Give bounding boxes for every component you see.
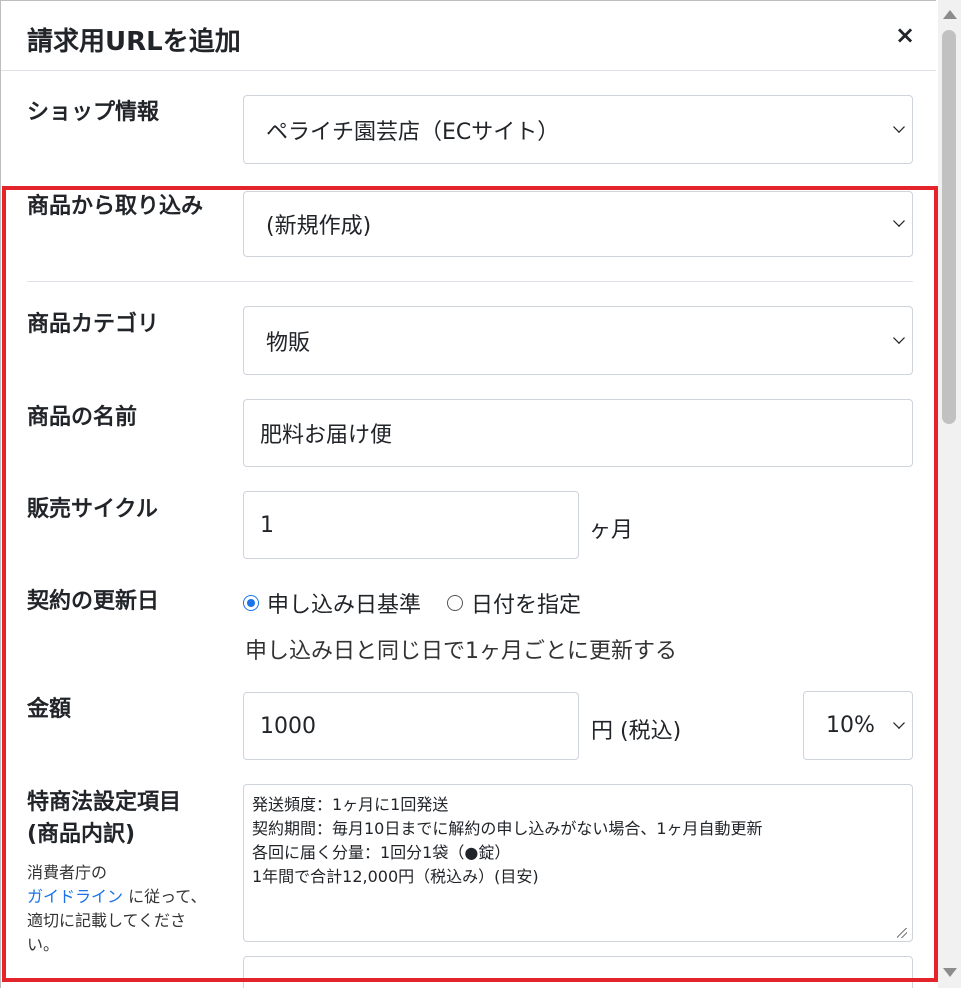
product-name-input[interactable]: 肥料お届け便 xyxy=(243,399,913,467)
price-label: 金額 xyxy=(27,697,72,722)
chevron-down-icon xyxy=(893,215,905,227)
radio-checked-icon[interactable] xyxy=(243,595,259,611)
legal-label: 特商法設定項目 (商品内訳) xyxy=(27,787,181,851)
dialog-header: 請求用URLを追加 × xyxy=(1,1,936,71)
price-input[interactable]: 1000 xyxy=(243,692,579,760)
shop-select-value: ペライチ園芸店（ECサイト） xyxy=(266,119,560,145)
chevron-down-icon xyxy=(893,331,905,344)
renewal-label: 契約の更新日 xyxy=(27,589,160,614)
shop-label: ショップ情報 xyxy=(27,100,160,125)
scroll-up-icon[interactable] xyxy=(943,10,957,19)
legal-label-line2: (商品内訳) xyxy=(27,822,136,847)
import-select[interactable]: (新規作成) xyxy=(243,191,913,257)
price-value: 1000 xyxy=(260,713,316,739)
category-select[interactable]: 物販 xyxy=(243,306,913,375)
scroll-down-icon[interactable] xyxy=(943,968,957,977)
sales-cycle-input[interactable]: 1 xyxy=(243,491,579,559)
renewal-help-text: 申し込み日と同じ日で1ヶ月ごとに更新する xyxy=(245,639,677,664)
import-label: 商品から取り込み xyxy=(27,194,204,219)
sales-cycle-unit: ヶ月 xyxy=(589,518,634,543)
renewal-radio-group: 申し込み日基準 日付を指定 xyxy=(243,587,607,619)
close-icon[interactable]: × xyxy=(891,21,919,49)
legal-details-textarea[interactable]: 発送頻度：1ヶ月に1回発送 契約期間：毎月10日までに解約の申し込みがない場合、… xyxy=(243,784,913,942)
product-name-value: 肥料お届け便 xyxy=(260,423,393,448)
category-label: 商品カテゴリ xyxy=(27,312,160,337)
radio-option-label: 日付を指定 xyxy=(471,593,582,618)
guideline-note: 消費者庁の ガイドライン に従って、適切に記載してください。 xyxy=(27,861,217,957)
dialog-title: 請求用URLを追加 xyxy=(27,27,241,57)
product-name-label: 商品の名前 xyxy=(27,405,138,430)
shop-select[interactable]: ペライチ園芸店（ECサイト） xyxy=(243,95,913,164)
category-select-value: 物販 xyxy=(266,330,311,356)
radio-option-specify-date[interactable]: 日付を指定 xyxy=(447,587,581,619)
tax-rate-value: 10% xyxy=(826,713,875,738)
chevron-down-icon xyxy=(893,120,905,133)
sales-cycle-label: 販売サイクル xyxy=(27,497,158,522)
import-select-value: (新規作成) xyxy=(266,214,372,239)
tax-rate-select[interactable]: 10% xyxy=(803,691,913,760)
scrollbar-thumb[interactable] xyxy=(942,30,956,424)
radio-option-label: 申し込み日基準 xyxy=(267,593,422,618)
radio-option-application-date[interactable]: 申し込み日基準 xyxy=(243,587,421,619)
scrollbar[interactable] xyxy=(938,0,961,988)
resize-grip-icon[interactable] xyxy=(897,928,907,938)
section-divider xyxy=(27,281,913,282)
next-field-input[interactable] xyxy=(243,956,913,988)
chevron-down-icon xyxy=(893,716,905,729)
radio-unchecked-icon[interactable] xyxy=(447,595,464,611)
sales-cycle-value: 1 xyxy=(260,512,274,538)
guideline-link[interactable]: ガイドライン xyxy=(27,887,123,906)
add-billing-url-dialog: 請求用URLを追加 × ショップ情報 ペライチ園芸店（ECサイト） 商品から取り… xyxy=(0,0,936,988)
price-unit: 円 (税込) xyxy=(591,719,682,744)
guideline-note-before: 消費者庁の xyxy=(27,863,108,882)
legal-label-line1: 特商法設定項目 xyxy=(27,790,182,815)
